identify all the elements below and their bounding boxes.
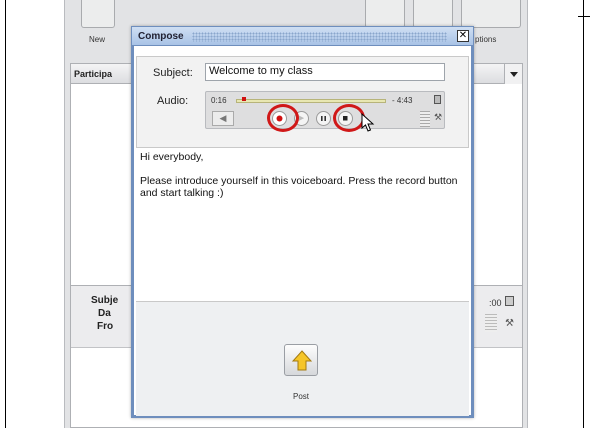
toolbar-button[interactable]: [365, 0, 405, 28]
tools-icon[interactable]: ⚒: [434, 112, 442, 123]
resize-grip[interactable]: [485, 314, 497, 332]
audio-player: 0:16 - 4:43 ◀ ▶ ⚒: [205, 91, 445, 129]
arrow-up-icon: [291, 350, 313, 371]
tools-icon[interactable]: ⚒: [505, 318, 514, 329]
compose-form: Subject: Welcome to my class Audio: 0:16…: [136, 56, 469, 148]
progress-marker[interactable]: [242, 97, 246, 101]
post-button-label: Post: [292, 392, 309, 401]
participants-title: Participa: [74, 69, 113, 79]
compose-title: Compose: [138, 31, 184, 42]
cursor-icon: [361, 113, 375, 132]
detail-player-time: :00: [489, 298, 502, 308]
options-button-label: ptions: [475, 35, 497, 44]
divider: [578, 16, 590, 17]
options-button[interactable]: [461, 0, 521, 28]
elapsed-time: 0:16: [211, 96, 227, 105]
message-body[interactable]: Hi everybody, Please introduce yourself …: [136, 149, 469, 301]
body-paragraph: Please introduce yourself in this voiceb…: [140, 175, 458, 199]
compose-title-bar[interactable]: Compose ✕: [131, 26, 474, 46]
new-button[interactable]: [81, 0, 115, 28]
subject-input[interactable]: Welcome to my class: [205, 63, 445, 81]
pause-button[interactable]: [316, 111, 331, 126]
close-icon[interactable]: ✕: [457, 30, 469, 42]
volume-icon[interactable]: ◀: [212, 111, 234, 126]
resize-grip[interactable]: [420, 111, 430, 127]
subject-label: Subject:: [153, 67, 193, 79]
audio-label: Audio:: [157, 95, 189, 107]
post-button[interactable]: [284, 344, 318, 376]
body-greeting: Hi everybody,: [140, 151, 204, 163]
compose-dialog: Compose ✕ Subject: Welcome to my class A…: [131, 26, 474, 418]
participants-dropdown[interactable]: [504, 64, 522, 84]
detail-date-label: Da: [98, 308, 111, 319]
new-button-label: New: [89, 35, 106, 44]
toolbar-button[interactable]: [413, 0, 453, 28]
trash-icon[interactable]: [505, 296, 514, 306]
progress-track[interactable]: [236, 99, 386, 103]
chevron-down-icon: [510, 72, 518, 77]
annotation-circle-record: [267, 104, 299, 132]
remaining-time: - 4:43: [392, 96, 413, 105]
detail-from-label: Fro: [97, 321, 114, 332]
compose-footer: Post: [136, 301, 469, 416]
pause-icon: [321, 116, 326, 121]
title-bar-grip: [192, 32, 447, 42]
trash-icon[interactable]: [434, 95, 441, 104]
detail-subject-label: Subje: [91, 295, 119, 306]
